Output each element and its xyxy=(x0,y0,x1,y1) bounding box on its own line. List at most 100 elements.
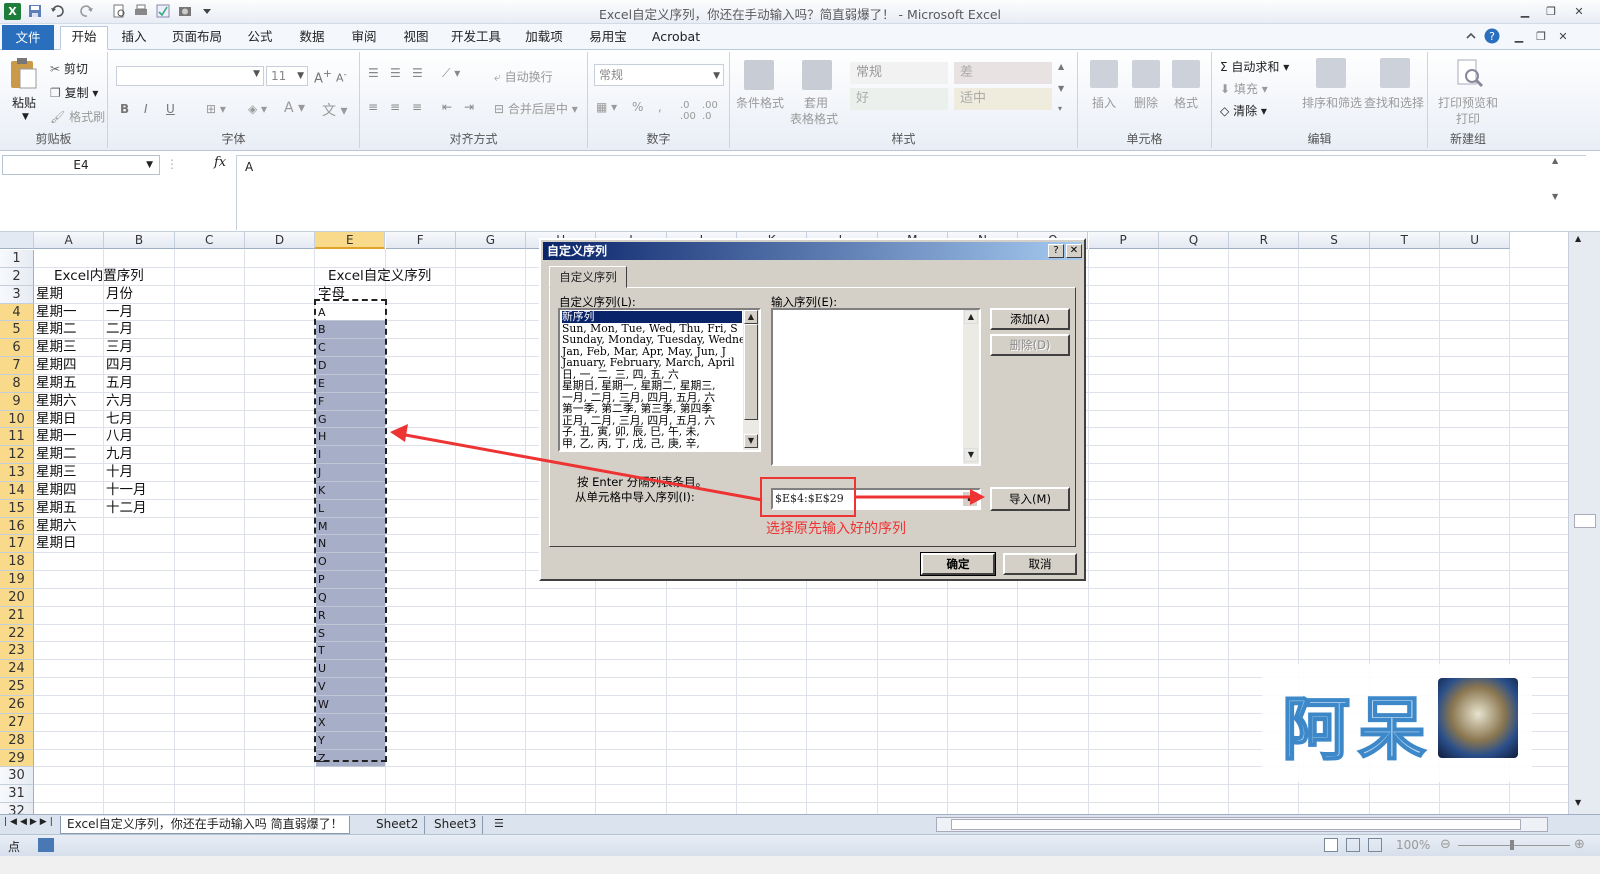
row-header-12[interactable]: 12 xyxy=(0,446,34,465)
zoom-level[interactable]: 100% xyxy=(1396,838,1430,852)
merge-center-button[interactable]: ⊟ 合并后居中 ▾ xyxy=(494,100,578,117)
h-scroll-thumb[interactable] xyxy=(951,819,1521,830)
style-good[interactable]: 好 xyxy=(850,88,948,110)
align-top-icon[interactable]: ☰ xyxy=(368,66,379,80)
tab-view[interactable]: 视图 xyxy=(394,27,438,49)
cell-b7[interactable]: 四月 xyxy=(106,357,133,374)
cell-b4[interactable]: 一月 xyxy=(106,304,133,321)
row-header-31[interactable]: 31 xyxy=(0,785,34,804)
column-header-a[interactable]: A xyxy=(34,232,105,249)
cut-button[interactable]: ✂ 剪切 xyxy=(50,60,88,77)
restore-button[interactable]: ❐ xyxy=(1540,3,1562,20)
row-header-21[interactable]: 21 xyxy=(0,606,34,625)
row-header-28[interactable]: 28 xyxy=(0,731,34,750)
zoom-slider-thumb[interactable] xyxy=(1510,840,1514,850)
column-header-c[interactable]: C xyxy=(174,232,245,249)
paste-icon[interactable] xyxy=(8,56,38,90)
phonetic-button[interactable]: 文 ▾ xyxy=(322,100,347,120)
cell-a3[interactable]: 星期 xyxy=(36,286,63,303)
font-color-button[interactable]: A ▾ xyxy=(284,100,305,116)
column-header-f[interactable]: F xyxy=(385,232,456,249)
row-header-9[interactable]: 9 xyxy=(0,392,34,411)
tab-addins[interactable]: 加载项 xyxy=(516,27,572,49)
row-header-13[interactable]: 13 xyxy=(0,464,34,482)
column-header-r[interactable]: R xyxy=(1229,232,1300,249)
tab-page-layout[interactable]: 页面布局 xyxy=(164,27,230,49)
custom-list-item[interactable]: 新序列 xyxy=(562,311,742,323)
zoom-out-icon[interactable]: ⊖ xyxy=(1440,837,1451,852)
cell-a7[interactable]: 星期四 xyxy=(36,357,77,374)
cell-b10[interactable]: 七月 xyxy=(106,411,133,428)
font-name-dropdown[interactable]: ▼ xyxy=(116,66,264,86)
cell-a6[interactable]: 星期三 xyxy=(36,339,77,356)
cell-b9[interactable]: 六月 xyxy=(106,393,133,410)
row-header-26[interactable]: 26 xyxy=(0,696,34,714)
custom-list-item[interactable]: 第一季, 第二季, 第三季, 第四季 xyxy=(562,403,712,415)
column-header-g[interactable]: G xyxy=(455,232,527,249)
row-header-22[interactable]: 22 xyxy=(0,624,34,643)
help-icon[interactable]: ? xyxy=(1484,28,1500,44)
cell-b6[interactable]: 三月 xyxy=(106,339,133,356)
row-header-10[interactable]: 10 xyxy=(0,410,34,429)
autosum-button[interactable]: Σ 自动求和 ▾ xyxy=(1220,58,1289,75)
styles-scroll-up-icon[interactable]: ▲ xyxy=(1058,62,1064,71)
list-scroll-down-icon[interactable]: ▼ xyxy=(744,434,758,448)
scroll-down-icon[interactable]: ▼ xyxy=(1575,798,1581,807)
formula-expand-icon[interactable]: ▲ ▼ xyxy=(1552,156,1558,201)
cell-b5[interactable]: 二月 xyxy=(106,321,133,338)
row-header-3[interactable]: 3 xyxy=(0,285,34,304)
style-neutral[interactable]: 适中 xyxy=(954,88,1052,110)
tab-custom-lists[interactable]: 自定义序列 xyxy=(549,266,627,288)
style-normal[interactable]: 常规 xyxy=(850,62,948,84)
close-window-button[interactable]: ✕ xyxy=(1568,3,1590,20)
row-header-4[interactable]: 4 xyxy=(0,303,34,322)
cell-a15[interactable]: 星期五 xyxy=(36,500,77,517)
align-bottom-icon[interactable]: ☰ xyxy=(412,66,423,80)
select-all-corner[interactable] xyxy=(0,232,34,249)
row-header-19[interactable]: 19 xyxy=(0,571,34,589)
macro-record-icon[interactable] xyxy=(38,838,54,852)
row-header-17[interactable]: 17 xyxy=(0,535,34,554)
find-select-button[interactable]: 查找和选择 xyxy=(1364,94,1424,111)
vertical-scrollbar[interactable]: ▲ ▼ xyxy=(1568,232,1600,814)
cell-a8[interactable]: 星期五 xyxy=(36,375,77,392)
list-scrollbar[interactable]: ▲ ▼ xyxy=(743,310,759,450)
cell-b15[interactable]: 十二月 xyxy=(106,500,147,517)
dialog-close-button[interactable]: ✕ xyxy=(1066,244,1082,258)
underline-button[interactable]: U xyxy=(166,102,175,116)
row-header-32[interactable]: 32 xyxy=(0,803,34,814)
list-scroll-thumb[interactable] xyxy=(744,324,758,420)
ok-button[interactable]: 确定 xyxy=(920,552,996,576)
row-header-14[interactable]: 14 xyxy=(0,481,34,500)
sheet-nav-icons[interactable]: |◀◀▶▶| xyxy=(4,817,56,827)
column-header-d[interactable]: D xyxy=(244,232,316,249)
entries-scrollbar[interactable]: ▲ ▼ xyxy=(963,310,979,464)
cell-e2[interactable]: Excel自定义序列 xyxy=(328,268,431,285)
cell-a16[interactable]: 星期六 xyxy=(36,518,77,535)
tab-file[interactable]: 文件 xyxy=(2,25,54,50)
tab-acrobat[interactable]: Acrobat xyxy=(644,27,708,49)
print-preview-button[interactable]: 打印预览和 xyxy=(1438,94,1498,111)
row-header-20[interactable]: 20 xyxy=(0,588,34,607)
row-header-15[interactable]: 15 xyxy=(0,499,34,518)
paste-button[interactable]: 粘贴 xyxy=(12,94,36,111)
cell-a13[interactable]: 星期三 xyxy=(36,464,77,481)
align-right-icon[interactable]: ≡ xyxy=(412,100,422,114)
add-button[interactable]: 添加(A) xyxy=(990,308,1070,330)
row-header-25[interactable]: 25 xyxy=(0,678,34,696)
row-header-23[interactable]: 23 xyxy=(0,642,34,661)
import-button[interactable]: 导入(M) xyxy=(990,487,1070,511)
format-painter-button[interactable]: 🖌 格式刷 xyxy=(50,108,105,125)
list-scroll-up-icon[interactable]: ▲ xyxy=(744,310,758,324)
align-center-icon[interactable]: ≡ xyxy=(390,100,400,114)
style-bad[interactable]: 差 xyxy=(954,62,1052,84)
align-left-icon[interactable]: ≡ xyxy=(368,100,378,114)
clear-button[interactable]: ◇ 清除 ▾ xyxy=(1220,102,1267,119)
column-header-q[interactable]: Q xyxy=(1158,232,1230,249)
page-layout-view-icon[interactable] xyxy=(1346,838,1360,852)
formula-bar-handle-icon[interactable]: ⋮ xyxy=(166,157,178,171)
italic-button[interactable]: I xyxy=(144,102,148,116)
row-header-5[interactable]: 5 xyxy=(0,321,34,340)
custom-list-item[interactable]: January, February, March, April xyxy=(562,357,735,369)
border-button[interactable]: ⊞ ▾ xyxy=(206,102,226,116)
